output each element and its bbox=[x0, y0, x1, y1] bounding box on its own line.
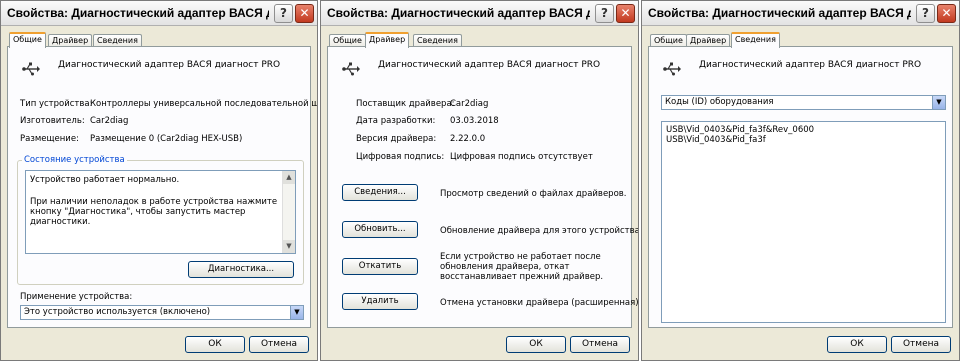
driver-date-label: Дата разработки: bbox=[356, 116, 436, 126]
rollback-driver-desc: Если устройство не работает после обновл… bbox=[440, 252, 604, 282]
uninstall-driver-desc: Отмена установки драйвера (расширенная). bbox=[440, 298, 639, 308]
device-status-title: Состояние устройства bbox=[22, 155, 127, 165]
title-bar[interactable]: Свойства: Диагностический адаптер ВАСЯ д… bbox=[1, 1, 317, 26]
ok-button[interactable]: ОК bbox=[506, 336, 566, 353]
device-status-group: Состояние устройства Устройство работает… bbox=[17, 155, 304, 285]
properties-window-general: Свойства: Диагностический адаптер ВАСЯ д… bbox=[0, 0, 318, 361]
device-name: Диагностический адаптер ВАСЯ диагност PR… bbox=[378, 60, 601, 70]
driver-signer-value: Цифровая подпись отсутствует bbox=[450, 152, 593, 162]
driver-version-label: Версия драйвера: bbox=[356, 134, 437, 144]
usb-icon bbox=[22, 62, 40, 76]
rollback-driver-button[interactable]: Откатить bbox=[342, 258, 418, 275]
scroll-down-icon[interactable]: ▼ bbox=[283, 240, 295, 253]
location-label: Размещение: bbox=[20, 134, 79, 144]
property-select[interactable]: Коды (ID) оборудования ▼ bbox=[661, 95, 946, 110]
status-text: Устройство работает нормально. При налич… bbox=[30, 175, 279, 227]
list-item[interactable]: USB\Vid_0403&Pid_fa3f bbox=[662, 135, 945, 145]
properties-window-details: Свойства: Диагностический адаптер ВАСЯ д… bbox=[641, 0, 960, 361]
tab-details[interactable]: Сведения bbox=[731, 32, 780, 48]
help-button[interactable]: ? bbox=[274, 4, 293, 23]
chevron-down-icon[interactable]: ▼ bbox=[290, 306, 303, 319]
driver-details-button[interactable]: Сведения... bbox=[342, 184, 418, 201]
driver-version-value: 2.22.0.0 bbox=[450, 134, 486, 144]
chevron-down-icon[interactable]: ▼ bbox=[932, 96, 945, 109]
tab-panel: Диагностический адаптер ВАСЯ диагност PR… bbox=[7, 46, 317, 328]
list-item[interactable]: USB\Vid_0403&Pid_fa3f&Rev_0600 bbox=[662, 125, 945, 135]
driver-date-value: 03.03.2018 bbox=[450, 116, 499, 126]
window-title: Свойства: Диагностический адаптер ВАСЯ д… bbox=[648, 6, 911, 20]
tab-panel: Диагностический адаптер ВАСЯ диагност PR… bbox=[327, 46, 638, 328]
device-name: Диагностический адаптер ВАСЯ диагност PR… bbox=[58, 60, 281, 70]
ok-button[interactable]: ОК bbox=[827, 336, 887, 353]
usb-icon bbox=[663, 62, 681, 76]
title-bar[interactable]: Свойства: Диагностический адаптер ВАСЯ д… bbox=[642, 1, 959, 26]
tab-general[interactable]: Общие bbox=[9, 32, 46, 48]
manufacturer-label: Изготовитель: bbox=[20, 116, 85, 126]
device-type-label: Тип устройства: bbox=[20, 99, 93, 109]
title-bar[interactable]: Свойства: Диагностический адаптер ВАСЯ д… bbox=[321, 1, 638, 26]
driver-details-desc: Просмотр сведений о файлах драйверов. bbox=[440, 189, 627, 199]
close-button[interactable]: ✕ bbox=[616, 4, 635, 23]
cancel-button[interactable]: Отмена bbox=[570, 336, 630, 353]
help-button[interactable]: ? bbox=[916, 4, 935, 23]
cancel-button[interactable]: Отмена bbox=[249, 336, 309, 353]
help-button[interactable]: ? bbox=[595, 4, 614, 23]
device-name: Диагностический адаптер ВАСЯ диагност PR… bbox=[699, 60, 922, 70]
window-title: Свойства: Диагностический адаптер ВАСЯ д… bbox=[7, 6, 269, 20]
scroll-up-icon[interactable]: ▲ bbox=[283, 171, 295, 184]
ok-button[interactable]: ОК bbox=[185, 336, 245, 353]
device-usage-value: Это устройство используется (включено) bbox=[24, 307, 211, 317]
usb-icon bbox=[342, 62, 360, 76]
update-driver-button[interactable]: Обновить... bbox=[342, 221, 418, 238]
tab-panel: Диагностический адаптер ВАСЯ диагност PR… bbox=[648, 46, 953, 328]
device-status-box[interactable]: Устройство работает нормально. При налич… bbox=[25, 170, 296, 254]
manufacturer-value: Car2diag bbox=[90, 116, 129, 126]
property-select-value: Коды (ID) оборудования bbox=[665, 97, 774, 107]
uninstall-driver-button[interactable]: Удалить bbox=[342, 293, 418, 310]
update-driver-desc: Обновление драйвера для этого устройства… bbox=[440, 226, 639, 236]
close-button[interactable]: ✕ bbox=[295, 4, 314, 23]
driver-provider-label: Поставщик драйвера: bbox=[356, 99, 455, 109]
device-usage-select[interactable]: Это устройство используется (включено) ▼ bbox=[20, 305, 304, 320]
diagnostics-button[interactable]: Диагностика... bbox=[188, 261, 294, 278]
location-value: Размещение 0 (Car2diag HEX-USB) bbox=[90, 134, 243, 144]
device-type-value: Контроллеры универсальной последовательн… bbox=[90, 99, 318, 109]
tab-driver[interactable]: Драйвер bbox=[365, 32, 410, 48]
status-line-ok: Устройство работает нормально. bbox=[30, 175, 180, 185]
cancel-button[interactable]: Отмена bbox=[891, 336, 951, 353]
properties-window-driver: Свойства: Диагностический адаптер ВАСЯ д… bbox=[320, 0, 639, 361]
status-scrollbar[interactable]: ▲ ▼ bbox=[282, 171, 295, 253]
status-line-hint: При наличии неполадок в работе устройств… bbox=[30, 197, 278, 227]
device-usage-label: Применение устройства: bbox=[20, 292, 133, 302]
property-values-list[interactable]: USB\Vid_0403&Pid_fa3f&Rev_0600 USB\Vid_0… bbox=[661, 121, 946, 323]
close-button[interactable]: ✕ bbox=[937, 4, 956, 23]
driver-provider-value: Car2diag bbox=[450, 99, 489, 109]
driver-signer-label: Цифровая подпись: bbox=[356, 152, 445, 162]
window-title: Свойства: Диагностический адаптер ВАСЯ д… bbox=[327, 6, 590, 20]
